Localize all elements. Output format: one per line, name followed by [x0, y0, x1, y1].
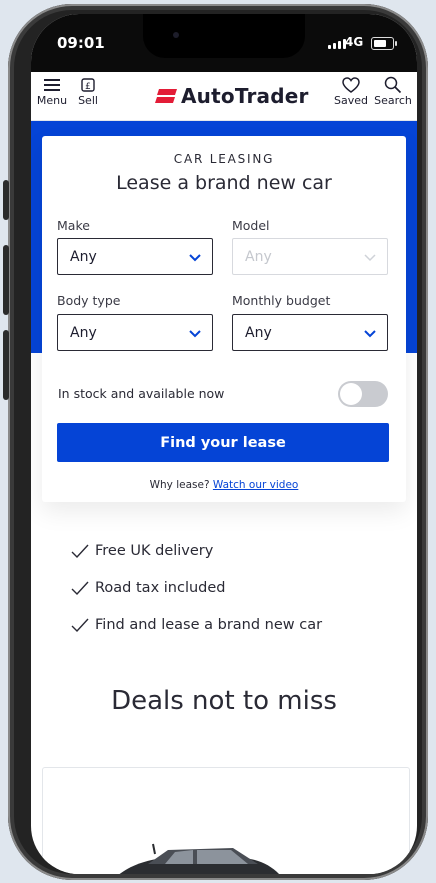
- front-camera: [173, 32, 179, 38]
- menu-button[interactable]: Menu: [35, 76, 69, 107]
- list-item: Find and lease a brand new car: [71, 606, 322, 643]
- body-type-value: Any: [70, 324, 97, 341]
- chevron-down-icon: [189, 254, 201, 262]
- car-image: [119, 843, 279, 874]
- search-icon: [373, 76, 413, 94]
- list-item: Road tax included: [71, 569, 322, 606]
- deal-card[interactable]: [42, 767, 410, 874]
- body-type-label: Body type: [57, 293, 121, 308]
- why-lease-text: Why lease?: [149, 479, 210, 491]
- search-button[interactable]: Search: [373, 76, 413, 107]
- toggle-knob: [340, 383, 362, 405]
- status-bar: 09:01 4G: [31, 14, 417, 72]
- chevron-down-icon: [364, 330, 376, 338]
- in-stock-toggle[interactable]: [338, 381, 388, 407]
- monthly-budget-select[interactable]: Any: [232, 314, 388, 351]
- screen: 09:01 4G Menu £ Sell AutoTrader Saved Se…: [31, 14, 417, 874]
- volume-up-button: [3, 245, 9, 315]
- logo-mark-icon: [155, 89, 177, 103]
- saved-button[interactable]: Saved: [333, 76, 369, 107]
- top-nav: Menu £ Sell AutoTrader Saved Search: [31, 72, 417, 121]
- pound-tag-icon: £: [73, 76, 103, 94]
- watch-video-link[interactable]: Watch our video: [213, 479, 298, 491]
- logo-text: AutoTrader: [181, 84, 309, 108]
- signal-icon: [328, 39, 346, 49]
- svg-text:£: £: [85, 82, 91, 92]
- saved-label: Saved: [334, 94, 368, 107]
- make-value: Any: [70, 248, 97, 265]
- check-icon: [71, 544, 89, 558]
- benefits-list: Free UK delivery Road tax included Find …: [71, 532, 322, 643]
- list-item: Free UK delivery: [71, 532, 322, 569]
- benefit-text: Find and lease a brand new car: [95, 616, 323, 633]
- network-type: 4G: [345, 35, 364, 49]
- benefit-text: Road tax included: [95, 579, 226, 596]
- lease-search-card: CAR LEASING Lease a brand new car Make A…: [42, 136, 406, 502]
- battery-icon: [371, 37, 397, 50]
- check-icon: [71, 581, 89, 595]
- monthly-budget-value: Any: [245, 324, 272, 341]
- sell-label: Sell: [78, 94, 98, 107]
- volume-down-button: [3, 330, 9, 400]
- chevron-down-icon: [189, 330, 201, 338]
- search-label: Search: [374, 94, 412, 107]
- section-kicker: CAR LEASING: [173, 152, 275, 166]
- sell-button[interactable]: £ Sell: [73, 76, 103, 107]
- chevron-down-icon: [364, 254, 376, 262]
- body-type-select[interactable]: Any: [57, 314, 213, 351]
- monthly-budget-label: Monthly budget: [232, 293, 331, 308]
- benefit-text: Free UK delivery: [95, 542, 214, 559]
- in-stock-label: In stock and available now: [58, 386, 225, 401]
- check-icon: [71, 618, 89, 632]
- page-title: Lease a brand new car: [116, 172, 332, 194]
- find-lease-button[interactable]: Find your lease: [57, 423, 389, 462]
- heart-icon: [333, 76, 369, 94]
- make-select[interactable]: Any: [57, 238, 213, 275]
- status-time: 09:01: [57, 34, 105, 52]
- autotrader-logo[interactable]: AutoTrader: [155, 84, 309, 108]
- model-value: Any: [245, 248, 272, 265]
- camera-notch: [143, 14, 305, 58]
- side-button: [3, 180, 9, 220]
- device-frame: 09:01 4G Menu £ Sell AutoTrader Saved Se…: [0, 0, 436, 883]
- make-label: Make: [57, 218, 90, 233]
- deals-heading: Deals not to miss: [111, 686, 337, 716]
- why-lease-line: Why lease? Watch our video: [42, 479, 406, 491]
- model-label: Model: [232, 218, 270, 233]
- hamburger-icon: [35, 76, 69, 94]
- menu-label: Menu: [36, 94, 68, 107]
- model-select[interactable]: Any: [232, 238, 388, 275]
